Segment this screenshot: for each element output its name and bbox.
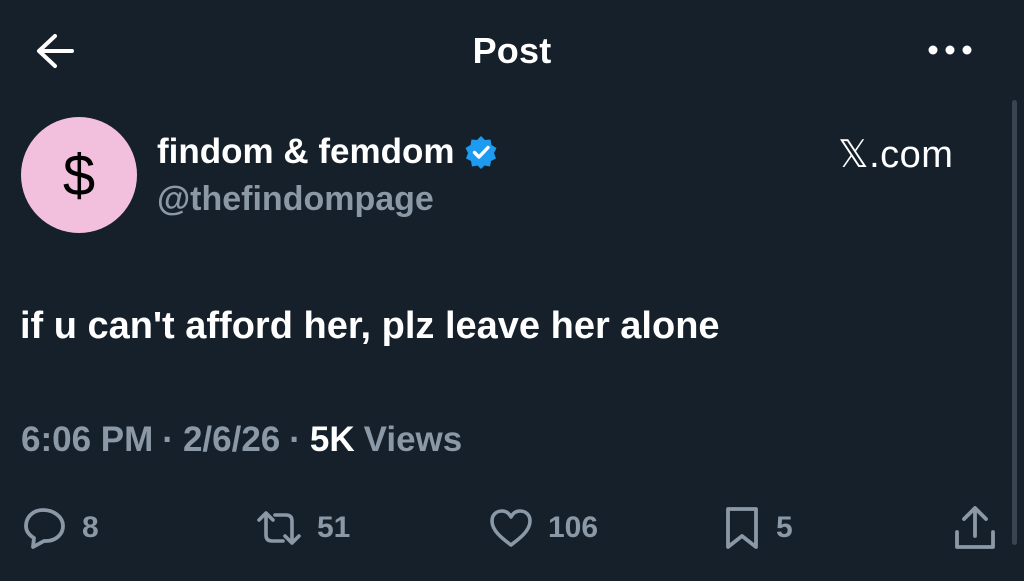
post-page: Post $ findom & femdom @thefindompage 𝕏.…	[0, 0, 1024, 581]
more-horizontal-icon	[927, 44, 973, 56]
bookmark-button[interactable]: 5	[722, 500, 793, 556]
meta-separator: ·	[162, 420, 174, 459]
avatar[interactable]: $	[21, 117, 137, 233]
meta-separator: ·	[289, 420, 301, 459]
share-button[interactable]	[952, 500, 998, 556]
scrollbar[interactable]	[1012, 100, 1017, 545]
author-name-row: findom & femdom	[157, 130, 498, 174]
bookmark-icon	[722, 505, 762, 551]
share-icon	[952, 504, 998, 552]
author-handle[interactable]: @thefindompage	[157, 180, 434, 219]
post-time[interactable]: 6:06 PM	[21, 420, 153, 460]
repost-button[interactable]: 51	[255, 500, 350, 556]
reply-icon	[22, 506, 68, 550]
heart-icon	[488, 507, 534, 549]
author-display-name[interactable]: findom & femdom	[157, 132, 454, 172]
verified-badge-icon	[464, 135, 498, 169]
post-date[interactable]: 2/6/26	[183, 420, 280, 460]
action-bar: 8 51 106 5	[0, 500, 1024, 556]
more-options-button[interactable]	[920, 30, 980, 70]
repost-icon	[255, 508, 303, 548]
top-bar: Post	[0, 0, 1024, 100]
repost-count: 51	[317, 511, 351, 544]
brand-watermark: 𝕏.com	[838, 134, 954, 176]
post-meta: 6:06 PM · 2/6/26 · 5K Views	[21, 420, 462, 460]
views-count[interactable]: 5K	[310, 420, 355, 460]
page-title: Post	[472, 30, 552, 71]
post-text: if u can't afford her, plz leave her alo…	[20, 305, 720, 347]
like-button[interactable]: 106	[488, 500, 598, 556]
reply-count: 8	[82, 511, 99, 544]
reply-button[interactable]: 8	[22, 500, 99, 556]
like-count: 106	[548, 511, 599, 544]
avatar-symbol: $	[62, 142, 96, 208]
bookmark-count: 5	[776, 511, 793, 544]
views-label[interactable]: Views	[364, 420, 463, 460]
